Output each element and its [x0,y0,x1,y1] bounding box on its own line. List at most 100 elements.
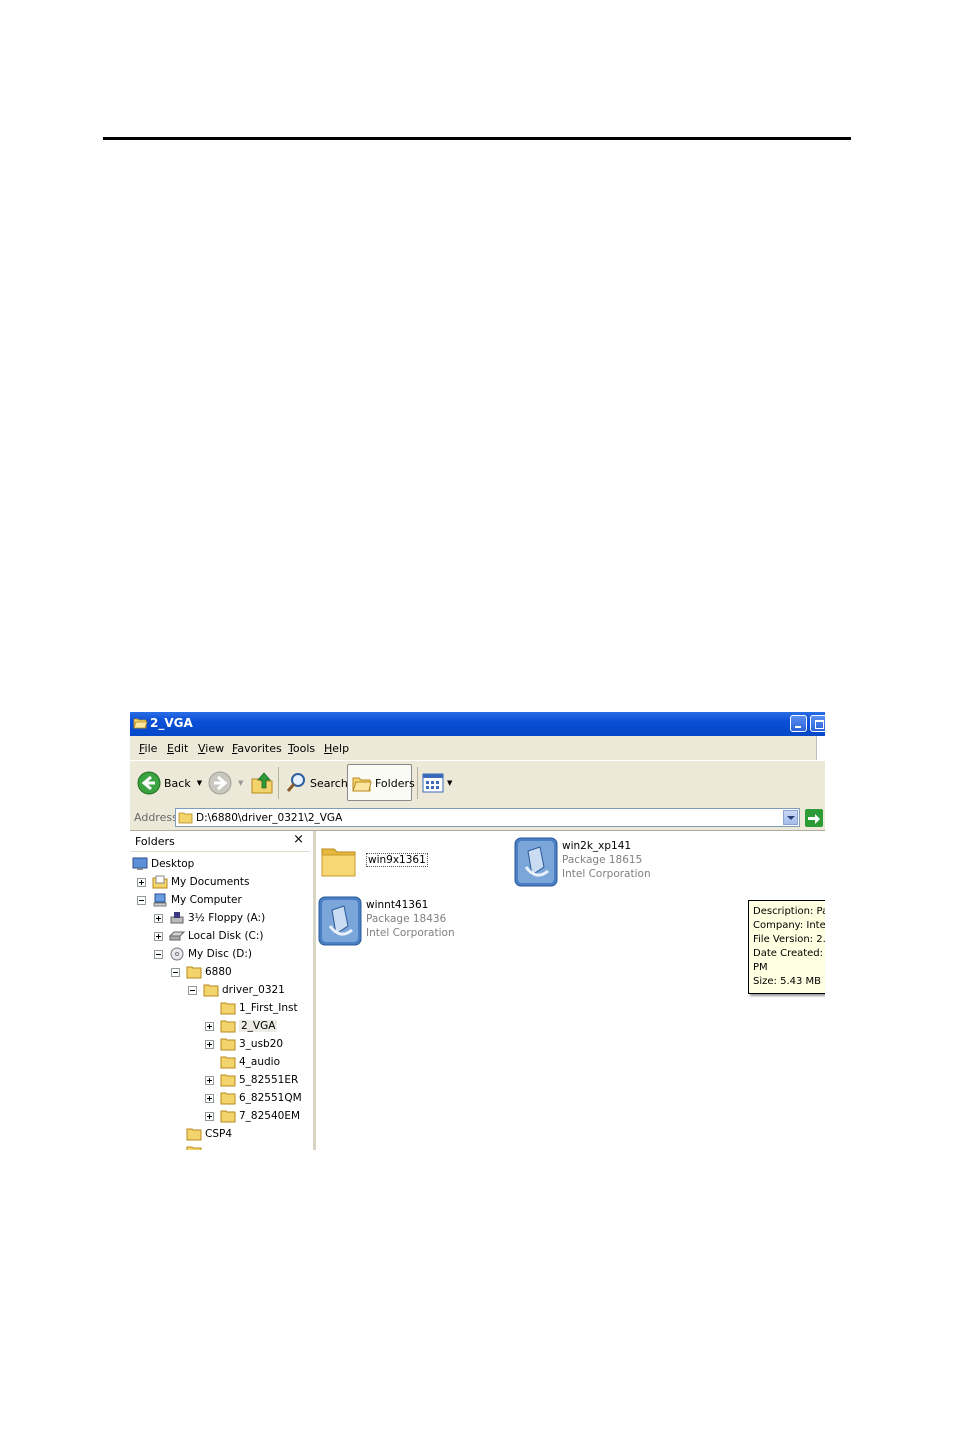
tree-item-5-82551er[interactable]: 5_82551ER [205,1071,298,1089]
tree-item-local-disk-c[interactable]: Local Disk (C:) [154,927,264,945]
tree-item-6-82551qm[interactable]: 6_82551QM [205,1089,302,1107]
my-computer-icon [153,893,167,907]
collapse-icon[interactable] [137,895,146,905]
tree-item-2-vga[interactable]: 2_VGA [205,1017,278,1035]
tree-label: driver_0321 [222,984,285,996]
tree-label: 6880 [205,966,232,978]
cd-drive-icon [170,947,184,961]
collapse-icon[interactable] [154,949,163,959]
tree-label: Desktop [151,858,195,870]
folder-icon [178,812,193,824]
expand-icon[interactable] [137,877,146,887]
tree-item-driver-0321[interactable]: driver_0321 [188,981,285,999]
explorer-window: 2_VGA File Edit View Favorites Tools Hel… [130,712,825,1150]
file-info-tooltip: Description: Package 18615 Company: Inte… [748,900,825,994]
tooltip-file-version: File Version: 2.11.15.0 [753,934,825,945]
address-input[interactable]: D:\6880\driver_0321\2_VGA [175,808,800,827]
file-item[interactable]: win2k_xp141 Package 18615 Intel Corporat… [514,837,654,889]
folder-icon [220,1074,236,1087]
folders-button[interactable]: Folders [347,764,415,801]
page-header-rule [103,137,851,140]
folders-pane-header: Folders × [130,831,310,852]
expand-icon[interactable] [205,1075,214,1085]
views-button[interactable]: ▼ [422,761,452,805]
folder-icon [186,1128,202,1141]
tree-item-desktop[interactable]: Desktop [132,855,194,873]
tree-item-1-first-inst[interactable]: 1_First_Inst [205,999,298,1017]
file-name: winnt41361 [366,899,429,911]
address-path: D:\6880\driver_0321\2_VGA [196,812,343,824]
folder-icon [186,966,202,979]
tree-label: My Documents [171,876,250,888]
tree-item-my-disc-d[interactable]: My Disc (D:) [154,945,252,963]
menu-tools[interactable]: Tools [288,742,315,755]
tree-item-my-documents[interactable]: My Documents [137,873,249,891]
tree-item-4-audio[interactable]: 4_audio [205,1053,280,1071]
back-label: Back [164,776,191,790]
title-bar[interactable]: 2_VGA [130,712,825,736]
back-arrow-icon [137,771,161,795]
address-label: Address [134,811,178,824]
tree-item-3-usb20[interactable]: 3_usb20 [205,1035,283,1053]
menu-edit[interactable]: Edit [167,742,188,755]
intel-package-icon [514,837,558,887]
folder-icon [220,1092,236,1105]
back-dropdown-icon[interactable]: ▼ [197,779,202,787]
menu-view[interactable]: View [198,742,224,755]
tree-item-6880[interactable]: 6880 [171,963,232,981]
tree-item-floppy[interactable]: 3½ Floppy (A:) [154,909,265,927]
back-button[interactable]: Back ▼ [137,761,202,805]
forward-button[interactable]: ▼ [208,761,243,805]
my-documents-icon [152,875,168,889]
close-icon[interactable]: × [293,832,304,847]
toolbar-separator [417,767,418,799]
tree-item-my-computer[interactable]: My Computer [137,891,242,909]
tree-label: 3½ Floppy (A:) [188,912,266,924]
tree-item-csp4[interactable]: CSP4 [186,1125,232,1143]
tree-label: My Computer [171,894,242,906]
folders-icon [352,777,372,792]
file-item[interactable]: winnt41361 Package 18436 Intel Corporati… [318,896,458,948]
views-dropdown-icon[interactable]: ▼ [447,779,452,787]
file-list-pane: win9x1361 win2k_xp141 Package 18615 Inte… [316,831,825,1150]
up-folder-button[interactable] [250,761,274,805]
folder-open-icon [133,718,148,729]
expand-icon[interactable] [154,931,163,941]
tree-label: 4_audio [239,1056,281,1068]
floppy-drive-icon [170,912,184,924]
search-button[interactable]: Search [285,761,348,805]
intel-package-icon [318,896,362,946]
tree-label: CSP4 [205,1128,233,1140]
menu-favorites[interactable]: Favorites [232,742,282,755]
tree-item-7-82540em[interactable]: 7_82540EM [205,1107,300,1125]
tree-item-partial[interactable] [186,1143,205,1150]
tooltip-size: Size: 5.43 MB [753,976,822,987]
toolbar: Back ▼ ▼ Search Folders ▼ [130,760,825,807]
expand-icon[interactable] [205,1093,214,1103]
menu-help[interactable]: Help [324,742,349,755]
toolbar-separator [278,767,279,799]
folders-label: Folders [375,777,415,790]
file-item[interactable]: win9x1361 [320,839,440,883]
restore-button[interactable] [810,715,825,732]
expand-icon[interactable] [205,1111,214,1121]
expand-icon[interactable] [154,913,163,923]
tree-label: Local Disk (C:) [188,930,264,942]
collapse-icon[interactable] [188,985,197,995]
folder-icon [220,1056,236,1069]
address-dropdown-button[interactable] [783,810,798,825]
minimize-button[interactable] [790,715,807,732]
collapse-icon[interactable] [171,967,180,977]
expand-icon[interactable] [205,1039,214,1049]
up-folder-icon [251,772,273,794]
tree-label: My Disc (D:) [188,948,253,960]
file-package: Package 18436 [366,913,447,925]
go-button[interactable] [805,809,823,827]
expand-icon[interactable] [205,1021,214,1031]
window-title: 2_VGA [150,716,193,730]
folder-icon [220,1038,236,1051]
menu-file[interactable]: File [139,742,157,755]
forward-dropdown-icon[interactable]: ▼ [238,779,243,787]
folder-icon [203,984,219,997]
file-company: Intel Corporation [562,868,651,880]
